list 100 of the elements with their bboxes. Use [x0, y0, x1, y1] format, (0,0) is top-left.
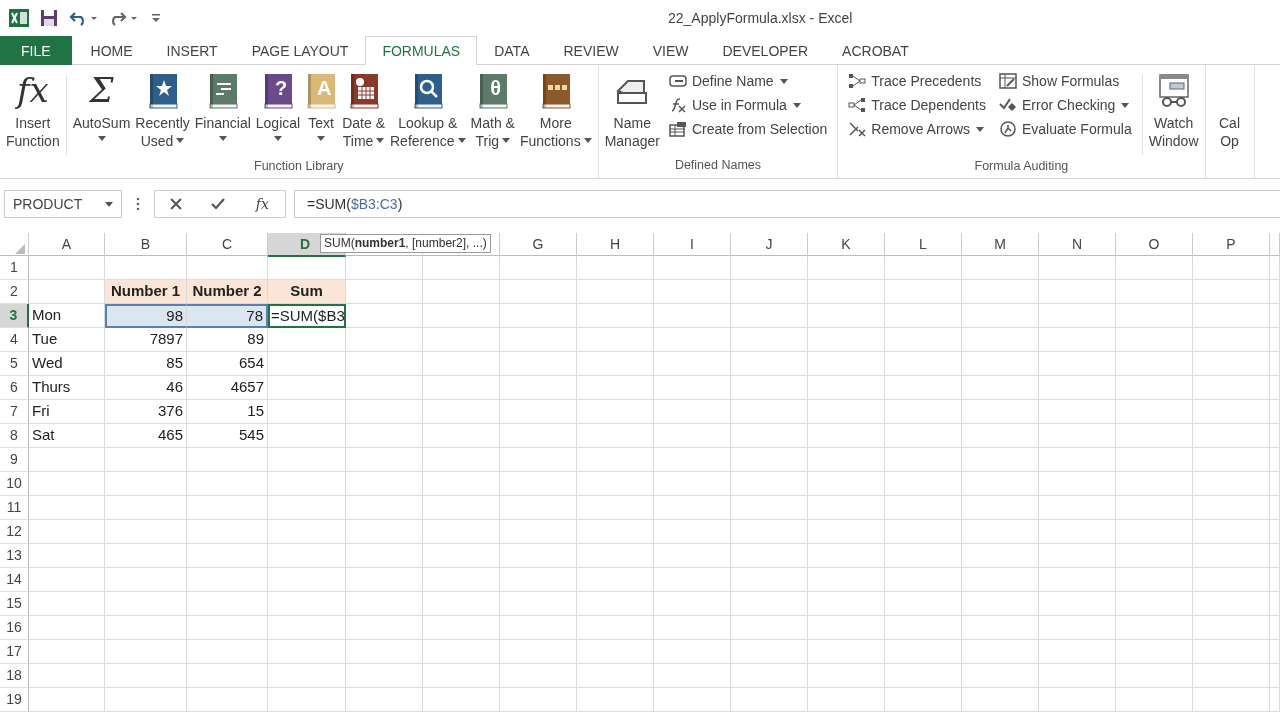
evaluate-icon	[999, 121, 1017, 137]
table-icon	[668, 121, 687, 137]
excel-logo-icon[interactable]	[9, 9, 29, 27]
table-cell: Sat	[29, 424, 105, 448]
row-header[interactable]: 14	[0, 568, 29, 592]
ribbon-button[interactable]: θ Math & Trig	[468, 71, 517, 150]
column-header[interactable]: I	[654, 233, 731, 257]
row-header[interactable]: 8	[0, 424, 29, 448]
ribbon-tab[interactable]: FILE	[0, 36, 72, 65]
ribbon-tab[interactable]: ACROBAT	[825, 36, 926, 65]
tag-icon	[668, 73, 687, 89]
table-cell	[1270, 448, 1280, 472]
column-header[interactable]: N	[1039, 233, 1116, 257]
ribbon-tab[interactable]: REVIEW	[546, 36, 636, 65]
table-cell: 98	[105, 304, 187, 328]
icon-glyph: ?	[273, 76, 289, 100]
icon-glyph: θ	[489, 76, 503, 100]
ribbon-button[interactable]: Lookup & Reference	[388, 71, 468, 150]
show-formulas-icon	[999, 73, 1017, 89]
ribbon-button[interactable]: Show Formulas	[997, 71, 1134, 91]
name-box[interactable]: PRODUCT	[4, 190, 122, 218]
column-header[interactable]: K	[808, 233, 885, 257]
cancel-icon[interactable]	[169, 197, 184, 211]
ribbon-tab[interactable]: VIEW	[635, 36, 706, 65]
table-cell	[1270, 688, 1280, 712]
ribbon-button[interactable]: A Text	[303, 71, 340, 141]
ribbon-button[interactable]: Cal Op	[1209, 71, 1250, 150]
ribbon-button[interactable]: Use in Formula	[666, 95, 830, 115]
function-tooltip: SUM(number1, [number2], ...)	[320, 234, 491, 253]
ribbon-button[interactable]: Trace Dependents	[846, 95, 988, 115]
caret-icon	[792, 102, 801, 108]
row-header[interactable]: 19	[0, 688, 29, 712]
drag-handle-icon[interactable]	[136, 196, 140, 212]
row-header[interactable]: 15	[0, 592, 29, 616]
trace-arrows-icon	[848, 73, 867, 89]
ribbon-button[interactable]: Remove Arrows	[846, 119, 988, 139]
row-header[interactable]: 10	[0, 472, 29, 496]
row-header[interactable]: 12	[0, 520, 29, 544]
table-cell	[1270, 424, 1280, 448]
table-cell: 465	[105, 424, 187, 448]
table-cell: 15	[187, 400, 268, 424]
row-header[interactable]: 6	[0, 376, 29, 400]
function-glyph: fx	[16, 71, 49, 111]
ribbon-button[interactable]: Date & Time	[340, 71, 387, 150]
ribbon-tab[interactable]: FORMULAS	[365, 36, 478, 65]
row-header[interactable]: 5	[0, 352, 29, 376]
ribbon-button[interactable]: Name Manager	[602, 71, 662, 150]
ribbon-tab[interactable]: HOME	[73, 36, 150, 65]
insert-function-button[interactable]: fx	[253, 196, 271, 212]
ribbon-button[interactable]: Σ AutoSum	[70, 71, 133, 141]
undo-icon[interactable]	[69, 9, 99, 27]
column-header[interactable]: J	[731, 233, 808, 257]
row-header[interactable]: 13	[0, 544, 29, 568]
column-header[interactable]: H	[577, 233, 654, 257]
remove-arrows-icon	[848, 121, 867, 137]
row-header[interactable]: 11	[0, 496, 29, 520]
column-header[interactable]: P	[1193, 233, 1270, 257]
editing-cell: =SUM($B3	[268, 304, 346, 328]
ribbon-tab[interactable]: DEVELOPER	[705, 36, 826, 65]
row-header[interactable]: 3	[0, 304, 29, 328]
ribbon-button[interactable]: Recently Used	[133, 71, 192, 150]
ribbon-button[interactable]: fx Insert Function	[4, 71, 62, 150]
column-header[interactable]: L	[885, 233, 962, 257]
row-header[interactable]: 1	[0, 256, 29, 280]
row-header[interactable]: 17	[0, 640, 29, 664]
table-cell	[1270, 280, 1280, 304]
ribbon-tab[interactable]: PAGE LAYOUT	[234, 36, 366, 65]
ribbon-button[interactable]: Error Checking	[997, 95, 1134, 115]
ribbon-button[interactable]: Watch Window	[1146, 71, 1201, 150]
row-header[interactable]: 7	[0, 400, 29, 424]
group-label: Formula Auditing	[973, 159, 1070, 175]
ribbon-button[interactable]: More Functions	[517, 71, 594, 150]
caret-icon	[274, 136, 282, 141]
row-header[interactable]: 16	[0, 616, 29, 640]
save-icon[interactable]	[39, 9, 59, 27]
row-header[interactable]: 4	[0, 328, 29, 352]
trace-arrows-icon	[848, 97, 867, 113]
ribbon-button[interactable]: Define Name	[666, 71, 830, 91]
ribbon-button[interactable]: Evaluate Formula	[997, 119, 1134, 139]
ribbon-button[interactable]: Financial	[192, 71, 253, 141]
column-header[interactable]: B	[105, 233, 187, 257]
table-cell	[1270, 376, 1280, 400]
table-cell: Wed	[29, 352, 105, 376]
ribbon-button[interactable]: Create from Selection	[666, 119, 830, 139]
ribbon-tab[interactable]: INSERT	[149, 36, 235, 65]
redo-icon[interactable]	[109, 9, 139, 27]
ribbon-button[interactable]: Trace Precedents	[846, 71, 988, 91]
row-header[interactable]: 18	[0, 664, 29, 688]
column-header[interactable]: A	[29, 233, 105, 257]
column-header[interactable]: G	[500, 233, 577, 257]
caret-icon	[97, 136, 106, 141]
enter-icon[interactable]	[211, 197, 226, 211]
table-cell	[1270, 520, 1280, 544]
ribbon-button[interactable]: ? Logical	[253, 71, 303, 141]
window-title: 22_ApplyFormula.xlsx - Excel	[668, 10, 853, 26]
column-header[interactable]: O	[1116, 233, 1193, 257]
row-header[interactable]: 9	[0, 448, 29, 472]
ribbon-tab[interactable]: DATA	[477, 36, 547, 65]
column-header[interactable]: M	[962, 233, 1039, 257]
formula-field[interactable]: =SUM($B3:C3)	[294, 190, 1280, 218]
